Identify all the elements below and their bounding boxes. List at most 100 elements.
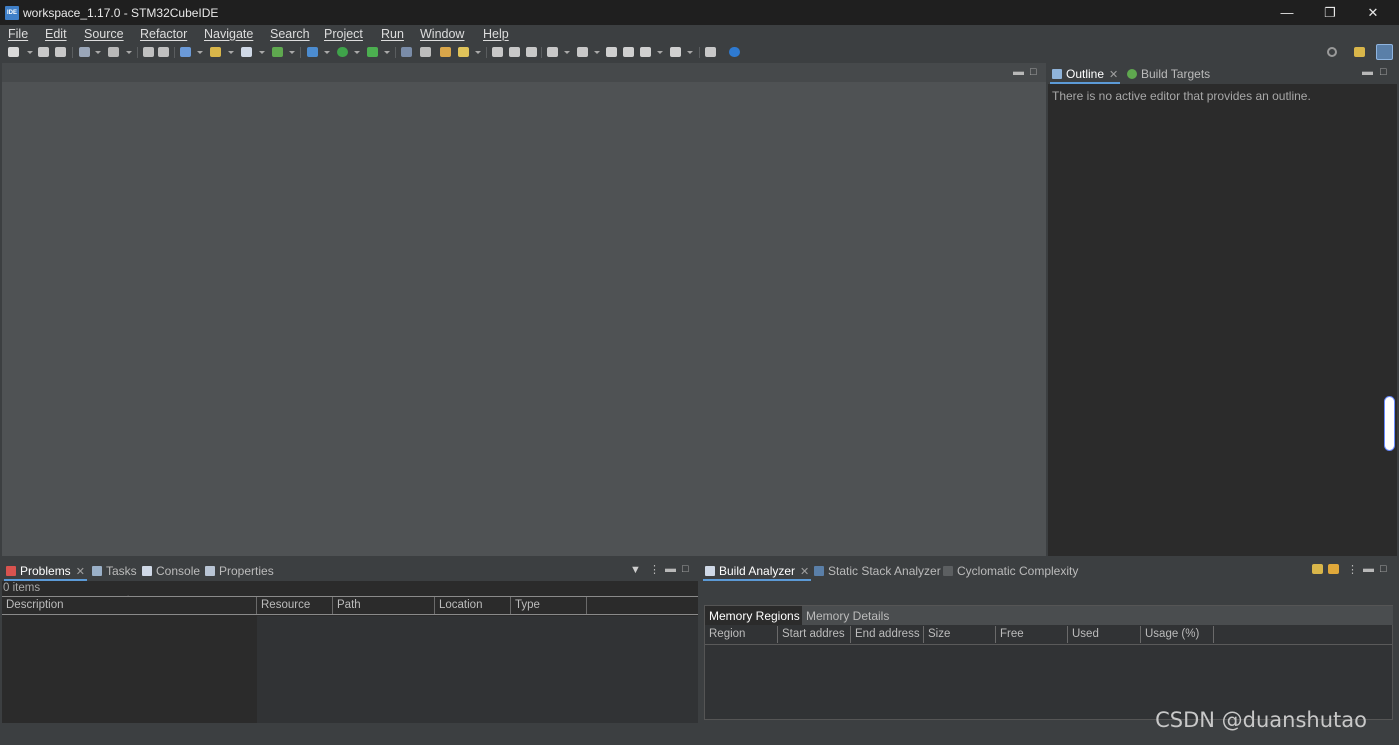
menu-window[interactable]: Window — [420, 27, 464, 41]
new-project-dropdown-icon[interactable] — [197, 51, 203, 54]
filter-icon[interactable]: ▼ — [630, 565, 641, 576]
run-dropdown-icon[interactable] — [354, 51, 360, 54]
new-dropdown-icon[interactable] — [27, 51, 33, 54]
view-menu-icon[interactable]: ⋮ — [1347, 565, 1358, 576]
column-used[interactable]: Used — [1068, 626, 1141, 643]
menu-project[interactable]: Project — [324, 27, 363, 41]
open-perspective-icon[interactable] — [1354, 47, 1365, 57]
minimize-icon[interactable]: ▬ — [665, 564, 676, 575]
next-annotation-icon[interactable] — [547, 47, 558, 57]
tab-properties[interactable]: Properties — [205, 563, 274, 579]
column-description[interactable]: Description — [2, 597, 257, 614]
build-settings-dropdown-icon[interactable] — [95, 51, 101, 54]
save-all-icon[interactable] — [55, 47, 66, 57]
tab-memory-regions[interactable]: Memory Regions — [705, 606, 804, 625]
column-resource[interactable]: Resource — [257, 597, 333, 614]
tab-build-targets[interactable]: Build Targets — [1127, 66, 1210, 82]
menu-refactor[interactable]: Refactor — [140, 27, 187, 41]
save-icon[interactable] — [38, 47, 49, 57]
maximize-icon[interactable]: □ — [682, 564, 689, 575]
forward-dropdown-icon[interactable] — [687, 51, 693, 54]
block-select-icon[interactable] — [509, 47, 520, 57]
scroll-handle[interactable] — [1384, 396, 1395, 451]
forward-edit-icon[interactable] — [623, 47, 634, 57]
previous-annotation-dropdown-icon[interactable] — [594, 51, 600, 54]
column-usage[interactable]: Usage (%) — [1141, 626, 1214, 643]
show-whitespace-icon[interactable] — [526, 47, 537, 57]
last-edit-icon[interactable] — [606, 47, 617, 57]
search-tool-dropdown-icon[interactable] — [475, 51, 481, 54]
menu-source[interactable]: Source — [84, 27, 124, 41]
external-tools-icon[interactable] — [367, 47, 378, 57]
tab-outline[interactable]: Outline ✕ — [1049, 66, 1121, 84]
external-tools-dropdown-icon[interactable] — [384, 51, 390, 54]
back-dropdown-icon[interactable] — [657, 51, 663, 54]
minimize-icon[interactable]: ▬ — [1362, 67, 1373, 78]
refresh-analysis-icon[interactable] — [1328, 564, 1339, 574]
undo-icon[interactable] — [143, 47, 154, 57]
close-window-button[interactable]: ✕ — [1351, 0, 1395, 25]
column-size[interactable]: Size — [924, 626, 996, 643]
tab-console[interactable]: Console — [142, 563, 200, 579]
build-dropdown-icon[interactable] — [126, 51, 132, 54]
new-folder-dropdown-icon[interactable] — [228, 51, 234, 54]
maximize-icon[interactable]: □ — [1380, 564, 1387, 575]
new-file-dropdown-icon[interactable] — [259, 51, 265, 54]
restore-window-button[interactable]: ❐ — [1308, 0, 1352, 25]
maximize-icon[interactable]: □ — [1030, 67, 1037, 78]
tab-cyclomatic-complexity[interactable]: Cyclomatic Complexity — [943, 563, 1078, 579]
column-location[interactable]: Location — [435, 597, 511, 614]
previous-annotation-icon[interactable] — [577, 47, 588, 57]
close-icon[interactable]: ✕ — [76, 565, 85, 578]
view-menu-icon[interactable]: ⋮ — [649, 565, 660, 576]
column-path[interactable]: Path — [333, 597, 435, 614]
debug-icon[interactable] — [307, 47, 318, 57]
maximize-icon[interactable]: □ — [1380, 67, 1387, 78]
redo-icon[interactable] — [158, 47, 169, 57]
open-type-icon[interactable] — [420, 47, 431, 57]
build-hammer-icon[interactable] — [108, 47, 119, 57]
info-icon[interactable] — [729, 47, 740, 57]
tab-memory-details[interactable]: Memory Details — [802, 606, 1393, 625]
tab-static-stack-analyzer[interactable]: Static Stack Analyzer — [814, 563, 941, 579]
tab-build-analyzer[interactable]: Build Analyzer ✕ — [702, 563, 812, 581]
new-folder-icon[interactable] — [210, 47, 221, 57]
toggle-breakpoint-icon[interactable] — [401, 47, 412, 57]
column-type[interactable]: Type — [511, 597, 587, 614]
refresh-dropdown-icon[interactable] — [289, 51, 295, 54]
minimize-icon[interactable]: ▬ — [1363, 564, 1374, 575]
cpp-perspective-icon[interactable] — [1376, 44, 1393, 60]
menu-file[interactable]: File — [8, 27, 28, 41]
toggle-mark-icon[interactable] — [492, 47, 503, 57]
tab-tasks[interactable]: Tasks — [92, 563, 137, 579]
menu-help[interactable]: Help — [483, 27, 509, 41]
refresh-icon[interactable] — [272, 47, 283, 57]
next-annotation-dropdown-icon[interactable] — [564, 51, 570, 54]
column-region[interactable]: Region — [705, 626, 778, 643]
open-file-icon[interactable] — [1312, 564, 1323, 574]
minimize-icon[interactable]: ▬ — [1013, 67, 1024, 78]
column-start-address[interactable]: Start addres — [778, 626, 851, 643]
column-end-address[interactable]: End address — [851, 626, 924, 643]
debug-dropdown-icon[interactable] — [324, 51, 330, 54]
run-icon[interactable] — [337, 47, 348, 57]
forward-icon[interactable] — [670, 47, 681, 57]
close-icon[interactable]: ✕ — [1109, 68, 1118, 81]
new-file-icon[interactable] — [241, 47, 252, 57]
search-icon[interactable] — [1327, 47, 1337, 57]
new-icon[interactable] — [8, 47, 19, 57]
menu-search[interactable]: Search — [270, 27, 310, 41]
search-tool-icon[interactable] — [458, 47, 469, 57]
pin-editor-icon[interactable] — [705, 47, 716, 57]
new-project-icon[interactable] — [180, 47, 191, 57]
build-settings-icon[interactable] — [79, 47, 90, 57]
menu-navigate[interactable]: Navigate — [204, 27, 253, 41]
open-element-icon[interactable] — [440, 47, 451, 57]
minimize-window-button[interactable]: — — [1265, 0, 1309, 25]
column-free[interactable]: Free — [996, 626, 1068, 643]
menu-run[interactable]: Run — [381, 27, 404, 41]
close-icon[interactable]: ✕ — [800, 565, 809, 578]
menu-edit[interactable]: Edit — [45, 27, 67, 41]
tab-problems[interactable]: Problems ✕ — [4, 563, 87, 581]
back-icon[interactable] — [640, 47, 651, 57]
